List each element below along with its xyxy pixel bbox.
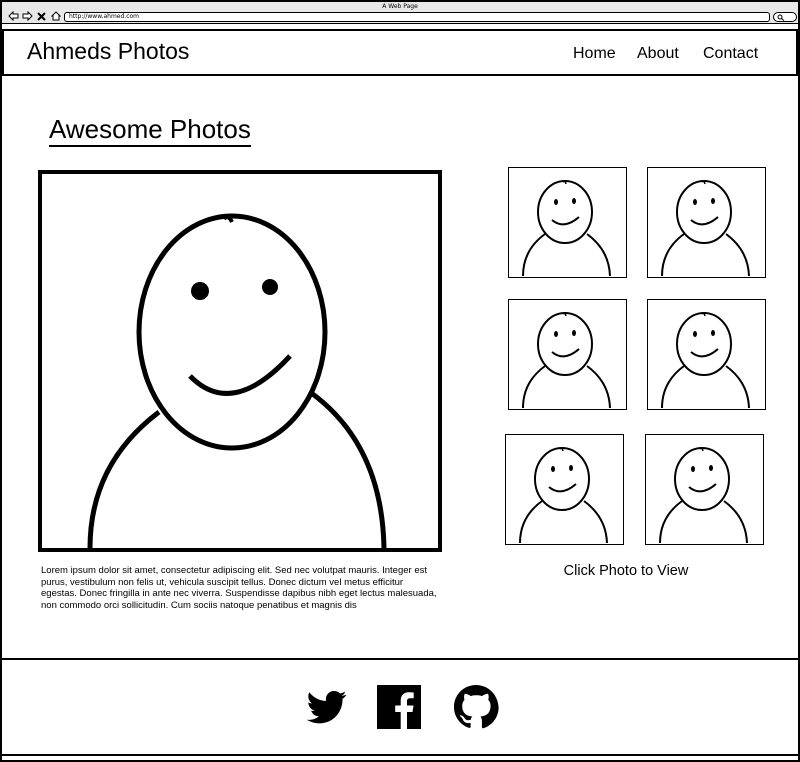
- smiley-person-icon: [42, 174, 438, 548]
- facebook-icon: [377, 685, 421, 729]
- nav-home[interactable]: Home: [573, 44, 616, 64]
- site-header: Ahmeds Photos Home About Contact: [2, 29, 798, 76]
- thumbnail-2[interactable]: [647, 167, 766, 278]
- nav-contact[interactable]: Contact: [703, 44, 758, 64]
- thumbnail-1[interactable]: [508, 167, 627, 278]
- smiley-person-icon: [659, 447, 748, 543]
- thumbnail-caption: Click Photo to View: [563, 563, 689, 579]
- forward-icon[interactable]: [22, 11, 33, 22]
- smiley-person-icon: [661, 180, 750, 276]
- back-icon[interactable]: [8, 11, 19, 22]
- thumbnail-3[interactable]: [508, 299, 627, 410]
- facebook-link[interactable]: [376, 684, 422, 730]
- address-go-button[interactable]: [773, 12, 797, 22]
- thumbnail-4[interactable]: [647, 299, 766, 410]
- address-bar[interactable]: http://www.ahmed.com: [64, 12, 770, 22]
- search-icon: [777, 14, 785, 21]
- twitter-icon: [306, 691, 347, 724]
- smiley-person-icon: [661, 312, 750, 408]
- browser-toolbar: A Web Page http://www.ahmed.com: [0, 0, 800, 24]
- site-footer: [2, 658, 798, 756]
- smiley-person-icon: [519, 447, 608, 543]
- thumbnail-5[interactable]: [505, 434, 624, 545]
- home-icon[interactable]: [50, 11, 61, 22]
- window-title: A Web Page: [382, 3, 418, 10]
- github-link[interactable]: [453, 684, 499, 730]
- page-title: Awesome Photos: [49, 114, 251, 147]
- thumbnail-6[interactable]: [645, 434, 764, 545]
- smiley-person-icon: [522, 312, 611, 408]
- browser-nav-buttons: [8, 10, 61, 22]
- smiley-person-icon: [522, 180, 611, 276]
- photo-description: Lorem ipsum dolor sit amet, consectetur …: [41, 565, 437, 611]
- nav-about[interactable]: About: [637, 44, 679, 64]
- github-icon: [453, 684, 499, 729]
- twitter-link[interactable]: [304, 684, 350, 730]
- featured-photo[interactable]: [38, 170, 442, 552]
- close-icon[interactable]: [36, 11, 47, 22]
- site-title[interactable]: Ahmeds Photos: [27, 37, 189, 65]
